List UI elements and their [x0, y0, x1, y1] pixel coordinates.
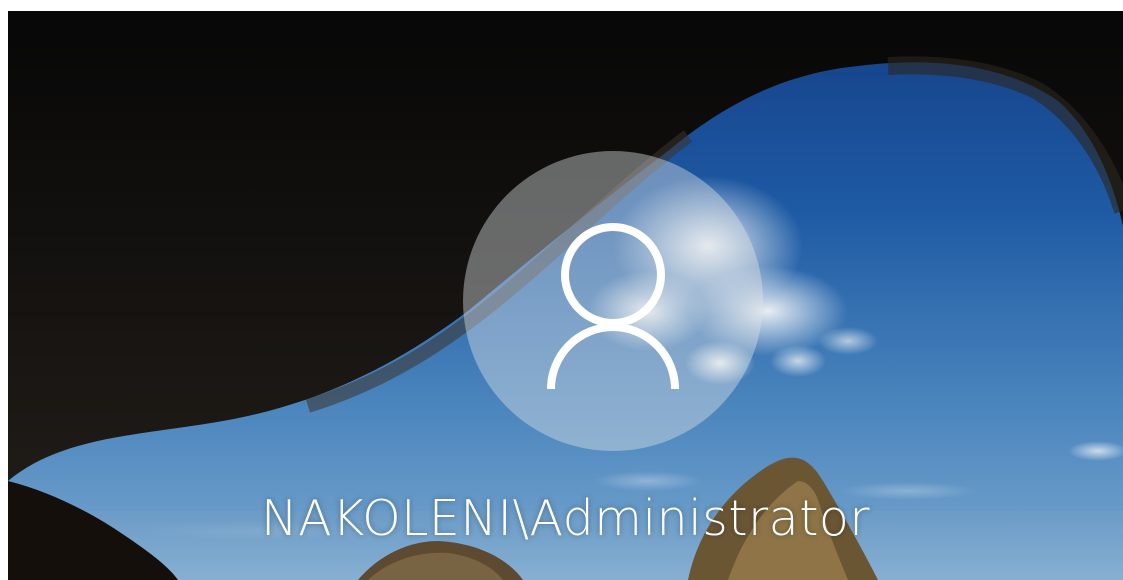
lock-screen: NAKOLENI\Administrator: [8, 11, 1123, 580]
user-icon: [547, 223, 679, 390]
user-avatar: [463, 151, 763, 451]
account-username: NAKOLENI\Administrator: [260, 490, 871, 547]
